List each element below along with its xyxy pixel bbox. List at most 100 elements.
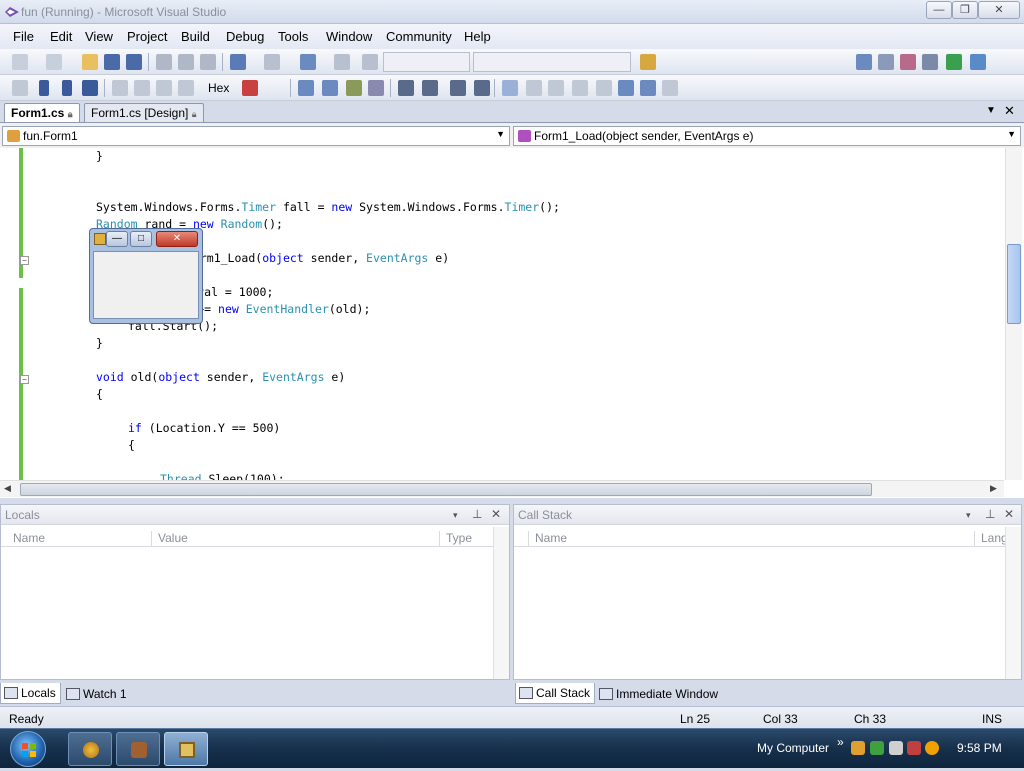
column-value[interactable]: Value — [151, 531, 188, 547]
scroll-left-icon[interactable]: ◀ — [4, 483, 11, 494]
cut-icon[interactable] — [156, 54, 172, 70]
next-bookmark-doc-icon[interactable] — [640, 80, 656, 96]
bookmark-icon[interactable] — [502, 80, 518, 96]
tray-icon-1[interactable] — [851, 741, 865, 755]
copy-icon[interactable] — [178, 54, 194, 70]
running-form-window[interactable]: — □ ✕ — [89, 228, 203, 324]
column-type[interactable]: Type — [439, 531, 472, 547]
code-line[interactable]: { — [128, 437, 135, 454]
code-line[interactable]: void old(object sender, EventArgs e) — [96, 369, 345, 386]
increase-indent-icon[interactable] — [422, 80, 438, 96]
restart-icon[interactable] — [82, 80, 98, 96]
scroll-right-icon[interactable]: ▶ — [990, 483, 997, 494]
solution-configurations-combo[interactable] — [383, 52, 470, 72]
next-bookmark-folder-icon[interactable] — [596, 80, 612, 96]
step-over-icon[interactable] — [156, 80, 172, 96]
start-page-icon[interactable] — [946, 54, 962, 70]
previous-bookmark-icon[interactable] — [526, 80, 542, 96]
tray-icon-2[interactable] — [870, 741, 884, 755]
form-close-button[interactable]: ✕ — [156, 231, 198, 247]
redo-icon[interactable] — [264, 54, 280, 70]
member-combo[interactable]: Form1_Load(object sender, EventArgs e) ▼ — [513, 126, 1021, 146]
step-into-icon[interactable] — [134, 80, 150, 96]
decrease-indent-icon[interactable] — [398, 80, 414, 96]
start-debugging-icon[interactable] — [362, 54, 378, 70]
menu-build[interactable]: Build — [181, 29, 210, 44]
restore-button[interactable]: ❐ — [952, 1, 978, 19]
menu-file[interactable]: File — [13, 29, 34, 44]
properties-window-icon[interactable] — [878, 54, 894, 70]
menu-help[interactable]: Help — [464, 29, 491, 44]
tray-chevron-icon[interactable]: » — [837, 735, 844, 749]
paste-icon[interactable] — [200, 54, 216, 70]
taskbar-app-2[interactable] — [116, 732, 160, 766]
text-editor-icon-1[interactable] — [298, 80, 314, 96]
panel-dropdown-icon[interactable]: ▾ — [453, 510, 458, 521]
code-line[interactable]: } — [96, 148, 103, 165]
code-line[interactable]: if (Location.Y == 500) — [128, 420, 280, 437]
collapse-icon[interactable]: − — [20, 256, 29, 265]
stop-debugging-icon[interactable] — [62, 80, 72, 96]
toolbox-icon[interactable] — [922, 54, 938, 70]
undo-icon[interactable] — [230, 54, 246, 70]
breakpoints-window-icon[interactable] — [242, 80, 258, 96]
navigate-backward-icon[interactable] — [300, 54, 316, 70]
start-button[interactable] — [10, 731, 46, 767]
form-maximize-button[interactable]: □ — [130, 231, 152, 247]
code-line[interactable]: System.Windows.Forms.Timer fall = new Sy… — [96, 199, 560, 216]
code-line[interactable]: } — [96, 335, 103, 352]
tab-immediate-window[interactable]: Immediate Window — [595, 683, 723, 704]
text-editor-icon-4[interactable] — [368, 80, 384, 96]
save-all-icon[interactable] — [126, 54, 142, 70]
class-combo[interactable]: fun.Form1 ▼ — [2, 126, 510, 146]
tab-watch-1[interactable]: Watch 1 — [62, 683, 132, 704]
break-all-icon[interactable] — [39, 80, 49, 96]
minimize-button[interactable]: — — [926, 1, 952, 19]
navigate-forward-icon[interactable] — [334, 54, 350, 70]
open-file-icon[interactable] — [82, 54, 98, 70]
show-next-statement-icon[interactable] — [112, 80, 128, 96]
vertical-scrollbar[interactable] — [1005, 148, 1022, 480]
text-editor-icon-3[interactable] — [346, 80, 362, 96]
object-browser-icon[interactable] — [900, 54, 916, 70]
collapse-icon[interactable]: − — [20, 375, 29, 384]
call-stack-scrollbar[interactable] — [1005, 527, 1021, 679]
tab-call-stack[interactable]: Call Stack — [515, 683, 596, 704]
menu-edit[interactable]: Edit — [50, 29, 72, 44]
pin-icon[interactable]: ⊥ — [472, 507, 482, 521]
active-files-dropdown-icon[interactable]: ▼ — [986, 105, 996, 116]
column-name[interactable]: Name — [528, 531, 567, 547]
save-icon[interactable] — [104, 54, 120, 70]
step-out-icon[interactable] — [178, 80, 194, 96]
tab-form1-design[interactable]: Form1.cs [Design] 🔒︎ — [84, 103, 204, 122]
command-window-icon[interactable] — [970, 54, 986, 70]
clock[interactable]: 9:58 PM — [957, 741, 1002, 755]
menu-project[interactable]: Project — [127, 29, 167, 44]
taskbar-app-1[interactable] — [68, 732, 112, 766]
new-project-icon[interactable] — [12, 54, 28, 70]
add-item-icon[interactable] — [46, 54, 62, 70]
previous-bookmark-doc-icon[interactable] — [618, 80, 634, 96]
taskbar-app-3[interactable] — [164, 732, 208, 766]
find-in-files-icon[interactable] — [640, 54, 656, 70]
vertical-scroll-thumb[interactable] — [1007, 244, 1021, 324]
solution-explorer-icon[interactable] — [856, 54, 872, 70]
continue-icon[interactable] — [12, 80, 28, 96]
code-line[interactable]: Thread.Sleep(100); — [160, 471, 285, 480]
column-lang[interactable]: Lang — [974, 531, 1008, 547]
close-document-icon[interactable]: ✕ — [1004, 103, 1015, 119]
panel-close-icon[interactable]: ✕ — [1004, 507, 1014, 521]
my-computer-label[interactable]: My Computer — [757, 741, 829, 755]
locals-scrollbar[interactable] — [493, 527, 509, 679]
horizontal-scroll-thumb[interactable] — [20, 483, 872, 496]
search-icon[interactable] — [925, 741, 939, 755]
next-bookmark-icon[interactable] — [548, 80, 564, 96]
clear-bookmarks-icon[interactable] — [662, 80, 678, 96]
close-button[interactable]: ✕ — [978, 1, 1020, 19]
tab-form1-cs[interactable]: Form1.cs 🔒︎ — [4, 103, 80, 122]
tab-locals[interactable]: Locals — [0, 683, 61, 704]
tray-icon-4[interactable] — [907, 741, 921, 755]
uncomment-lines-icon[interactable] — [474, 80, 490, 96]
menu-tools[interactable]: Tools — [278, 29, 308, 44]
pin-icon[interactable]: ⊥ — [985, 507, 995, 521]
